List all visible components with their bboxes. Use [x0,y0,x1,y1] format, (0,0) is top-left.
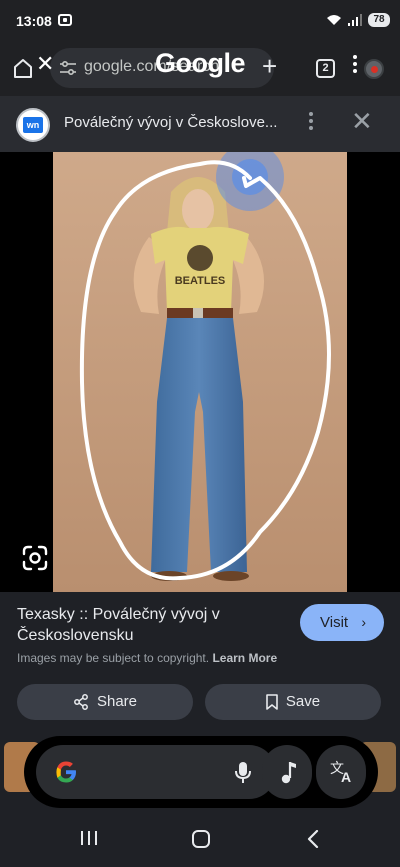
result-photo[interactable]: BEATLES [53,152,347,592]
translate-button[interactable]: 文 A [316,745,366,799]
photo-illustration: BEATLES [53,152,347,592]
source-header: wn Poválečný vývoj v Českoslove... ✕ [0,96,400,152]
profile-avatar[interactable] [364,59,384,79]
tab-switcher-button[interactable]: 2 [316,59,335,78]
tune-icon[interactable] [60,61,76,75]
save-button[interactable]: Save [205,684,381,720]
favicon-label: wn [23,117,43,133]
status-bar: 13:08 78 [0,0,400,40]
chevron-right-icon: › [361,614,366,630]
google-wordmark: Google [155,48,246,78]
source-title[interactable]: Poválečný vývoj v Českoslove... [64,114,284,131]
plus-icon[interactable]: + [262,53,277,79]
home-icon[interactable] [12,57,34,79]
shirt-print-text: BEATLES [175,275,226,287]
copyright-text: Images may be subject to copyright. [17,651,210,665]
status-icons: 78 [326,13,390,27]
back-icon[interactable] [306,830,320,848]
song-search-button[interactable] [262,745,312,799]
visit-button[interactable]: Visit › [300,604,384,641]
battery-indicator: 78 [368,13,390,27]
browser-toolbar: google.com/search ✕ Google + 2 [0,40,400,96]
wifi-icon [327,15,341,25]
svg-text:A: A [341,769,351,785]
close-icon[interactable]: ✕ [36,53,54,75]
recent-apps-icon[interactable] [80,830,98,846]
close-icon[interactable]: ✕ [351,108,373,134]
search-input[interactable] [36,745,276,799]
google-lens-icon[interactable] [20,543,50,573]
more-vert-icon[interactable] [309,112,315,134]
status-time: 13:08 [16,13,52,29]
result-title[interactable]: Texasky :: Poválečný vývoj v Českosloven… [17,604,285,646]
copyright-notice: Images may be subject to copyright. Lear… [17,651,277,665]
visit-label: Visit [320,614,349,631]
bookmark-icon [266,694,278,710]
site-favicon[interactable]: wn [16,108,50,142]
learn-more-link[interactable]: Learn More [212,651,277,665]
translate-icon: 文 A [330,760,351,785]
image-viewer[interactable]: BEATLES [0,152,400,592]
save-label: Save [285,693,321,710]
share-icon [74,694,88,710]
music-note-icon [281,762,296,784]
screen-record-icon [58,14,72,26]
result-info-panel: Texasky :: Poválečný vývoj v Českosloven… [0,592,400,742]
signal-icon [348,14,362,26]
share-button[interactable]: Share [17,684,193,720]
more-vert-icon[interactable] [353,55,359,75]
microphone-icon[interactable] [230,759,256,785]
google-g-icon [56,761,76,783]
system-navigation-bar [0,808,400,867]
search-bar: 文 A [24,736,378,808]
share-label: Share [96,693,138,710]
home-nav-icon[interactable] [192,830,210,848]
